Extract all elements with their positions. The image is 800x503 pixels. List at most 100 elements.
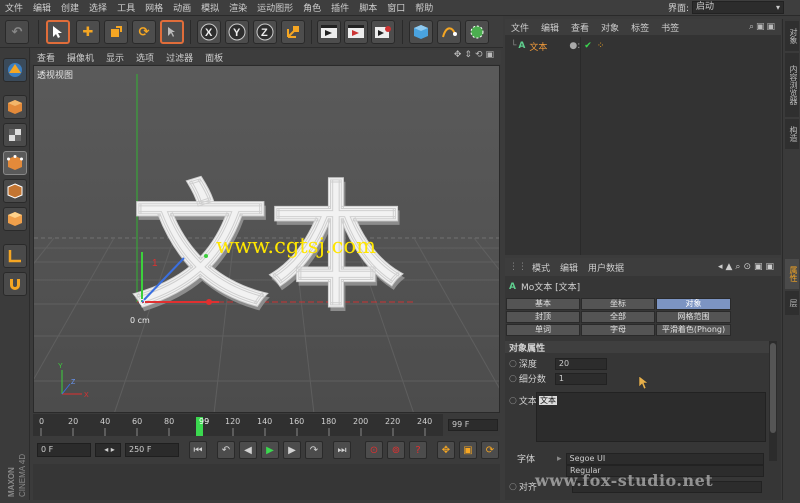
menu-create[interactable]: 创建 bbox=[56, 1, 84, 14]
om-menu-edit[interactable]: 编辑 bbox=[535, 21, 565, 34]
om-menu-bookmarks[interactable]: 书签 bbox=[655, 21, 685, 34]
vp-menu-display[interactable]: 显示 bbox=[100, 51, 130, 64]
layout-select[interactable]: 启动 bbox=[692, 1, 784, 14]
key-position-icon[interactable]: ✥ bbox=[437, 441, 455, 459]
tab-coordinates[interactable]: 坐标 bbox=[581, 298, 655, 310]
menu-file[interactable]: 文件 bbox=[0, 1, 28, 14]
tab-object[interactable]: 对象 bbox=[656, 298, 731, 310]
menu-tools[interactable]: 工具 bbox=[112, 1, 140, 14]
om-menu-file[interactable]: 文件 bbox=[505, 21, 535, 34]
live-select-icon[interactable] bbox=[160, 20, 184, 44]
menu-character[interactable]: 角色 bbox=[298, 1, 326, 14]
range-slider[interactable]: ◂ ▸ bbox=[95, 443, 121, 457]
menu-help[interactable]: 帮助 bbox=[410, 1, 438, 14]
scale-icon[interactable] bbox=[104, 20, 128, 44]
autokey-icon[interactable]: ⊚ bbox=[387, 441, 405, 459]
vp-menu-options[interactable]: 选项 bbox=[130, 51, 160, 64]
menu-simulate[interactable]: 模拟 bbox=[196, 1, 224, 14]
vp-menu-filter[interactable]: 过滤器 bbox=[160, 51, 199, 64]
tab-grid-range[interactable]: 网格范围 bbox=[656, 311, 731, 323]
menu-animate[interactable]: 动画 bbox=[168, 1, 196, 14]
menu-plugins[interactable]: 插件 bbox=[326, 1, 354, 14]
render-settings-icon[interactable] bbox=[371, 20, 395, 44]
om-nav-icons[interactable]: ⌕▣▣ bbox=[749, 22, 781, 32]
texture-mode-icon[interactable] bbox=[3, 123, 27, 147]
next-frame-icon[interactable]: ▶ bbox=[283, 441, 301, 459]
y-axis-icon[interactable]: Y bbox=[225, 20, 249, 44]
key-rotation-icon[interactable]: ⟳ bbox=[481, 441, 499, 459]
om-menu-tags[interactable]: 标签 bbox=[625, 21, 655, 34]
z-axis-icon[interactable]: Z bbox=[253, 20, 277, 44]
previous-frame-icon[interactable]: ◀ bbox=[239, 441, 257, 459]
rotate-icon[interactable]: ⟳ bbox=[132, 20, 156, 44]
tab-structure[interactable]: 构造 bbox=[785, 119, 799, 149]
om-menu-view[interactable]: 查看 bbox=[565, 21, 595, 34]
menu-edit[interactable]: 编辑 bbox=[28, 1, 56, 14]
undo-icon[interactable]: ↶ bbox=[5, 20, 29, 44]
object-row-text[interactable]: └ A 文本 ●: ✔ ⁘ bbox=[505, 39, 781, 53]
tab-attributes[interactable]: 属性 bbox=[785, 259, 799, 289]
text-content-field[interactable]: 文本 bbox=[536, 392, 766, 442]
visibility-dots-icon[interactable]: ●: bbox=[569, 41, 580, 51]
om-menu-objects[interactable]: 对象 bbox=[595, 21, 625, 34]
go-to-end-icon[interactable]: ⏭ bbox=[333, 441, 351, 459]
am-menu-userdata[interactable]: 用户数据 bbox=[583, 261, 629, 274]
viewport-nav-icons[interactable]: ✥⇕⟲▣ bbox=[454, 50, 497, 60]
tab-caps[interactable]: 封顶 bbox=[506, 311, 580, 323]
vp-menu-camera[interactable]: 摄像机 bbox=[61, 51, 100, 64]
perspective-viewport[interactable]: 文本 文本 1 Y X Z www.cgtsj.com 透视视图 0 cm bbox=[33, 65, 500, 413]
enabled-check-icon[interactable]: ✔ bbox=[584, 41, 592, 51]
depth-field[interactable]: 20 bbox=[554, 357, 607, 370]
next-key-icon[interactable]: ↷ bbox=[305, 441, 323, 459]
cube-icon[interactable] bbox=[409, 20, 433, 44]
menu-mesh[interactable]: 网格 bbox=[140, 1, 168, 14]
model-mode-icon[interactable] bbox=[3, 95, 27, 119]
move-icon[interactable]: ✚ bbox=[76, 20, 100, 44]
font-family-select[interactable]: Segoe UI bbox=[565, 452, 764, 465]
menu-window[interactable]: 窗口 bbox=[382, 1, 410, 14]
tab-content-browser[interactable]: 内容浏览器 bbox=[785, 53, 799, 117]
scrollbar[interactable] bbox=[769, 341, 777, 461]
record-keyframe-icon[interactable]: ⊙ bbox=[365, 441, 383, 459]
keyframe-selection-icon[interactable]: ? bbox=[409, 441, 427, 459]
edges-mode-icon[interactable] bbox=[3, 179, 27, 203]
am-menu-mode[interactable]: 模式 bbox=[527, 261, 555, 274]
make-editable-icon[interactable] bbox=[3, 58, 27, 82]
menu-script[interactable]: 脚本 bbox=[354, 1, 382, 14]
polygons-mode-icon[interactable] bbox=[3, 207, 27, 231]
previous-key-icon[interactable]: ↶ bbox=[217, 441, 235, 459]
spline-pen-icon[interactable] bbox=[437, 20, 461, 44]
go-to-start-icon[interactable]: ⏮ bbox=[189, 441, 207, 459]
snap-magnet-icon[interactable] bbox=[3, 272, 27, 296]
play-icon[interactable]: ▶ bbox=[261, 441, 279, 459]
subdivision-surface-icon[interactable] bbox=[465, 20, 489, 44]
tag-icon[interactable]: ⁘ bbox=[597, 41, 605, 51]
points-mode-icon[interactable] bbox=[3, 151, 27, 175]
tab-letters[interactable]: 字母 bbox=[581, 324, 655, 336]
timeline-ruler[interactable]: 0 20 40 60 80 99 120 140 160 180 200 220… bbox=[33, 414, 500, 436]
current-frame-field[interactable]: 99 F bbox=[448, 419, 498, 431]
tab-basic[interactable]: 基本 bbox=[506, 298, 580, 310]
tab-objects[interactable]: 对象 bbox=[785, 21, 799, 51]
tab-phong[interactable]: 平滑着色(Phong) bbox=[656, 324, 731, 336]
am-nav-icons[interactable]: ◂▲⌕⊙▣▣ bbox=[718, 262, 781, 272]
menu-render[interactable]: 渲染 bbox=[224, 1, 252, 14]
tab-words[interactable]: 单词 bbox=[506, 324, 580, 336]
menu-select[interactable]: 选择 bbox=[84, 1, 112, 14]
render-view-icon[interactable] bbox=[317, 20, 341, 44]
select-arrow-icon[interactable] bbox=[46, 20, 70, 44]
object-name[interactable]: 文本 bbox=[529, 40, 547, 53]
subdivision-field[interactable]: 1 bbox=[554, 372, 607, 385]
vp-menu-view[interactable]: 查看 bbox=[31, 51, 61, 64]
menu-mograph[interactable]: 运动图形 bbox=[252, 1, 298, 14]
axis-mode-icon[interactable] bbox=[3, 244, 27, 268]
coordinate-system-icon[interactable] bbox=[281, 20, 305, 44]
max-frame-field[interactable]: 250 F bbox=[125, 443, 179, 457]
tab-layers[interactable]: 层 bbox=[785, 291, 799, 315]
vp-menu-panel[interactable]: 面板 bbox=[199, 51, 229, 64]
min-frame-field[interactable]: 0 F bbox=[37, 443, 91, 457]
scrollbar-thumb[interactable] bbox=[770, 343, 776, 433]
key-scale-icon[interactable]: ▣ bbox=[459, 441, 477, 459]
am-menu-edit[interactable]: 编辑 bbox=[555, 261, 583, 274]
render-picture-viewer-icon[interactable] bbox=[344, 20, 368, 44]
